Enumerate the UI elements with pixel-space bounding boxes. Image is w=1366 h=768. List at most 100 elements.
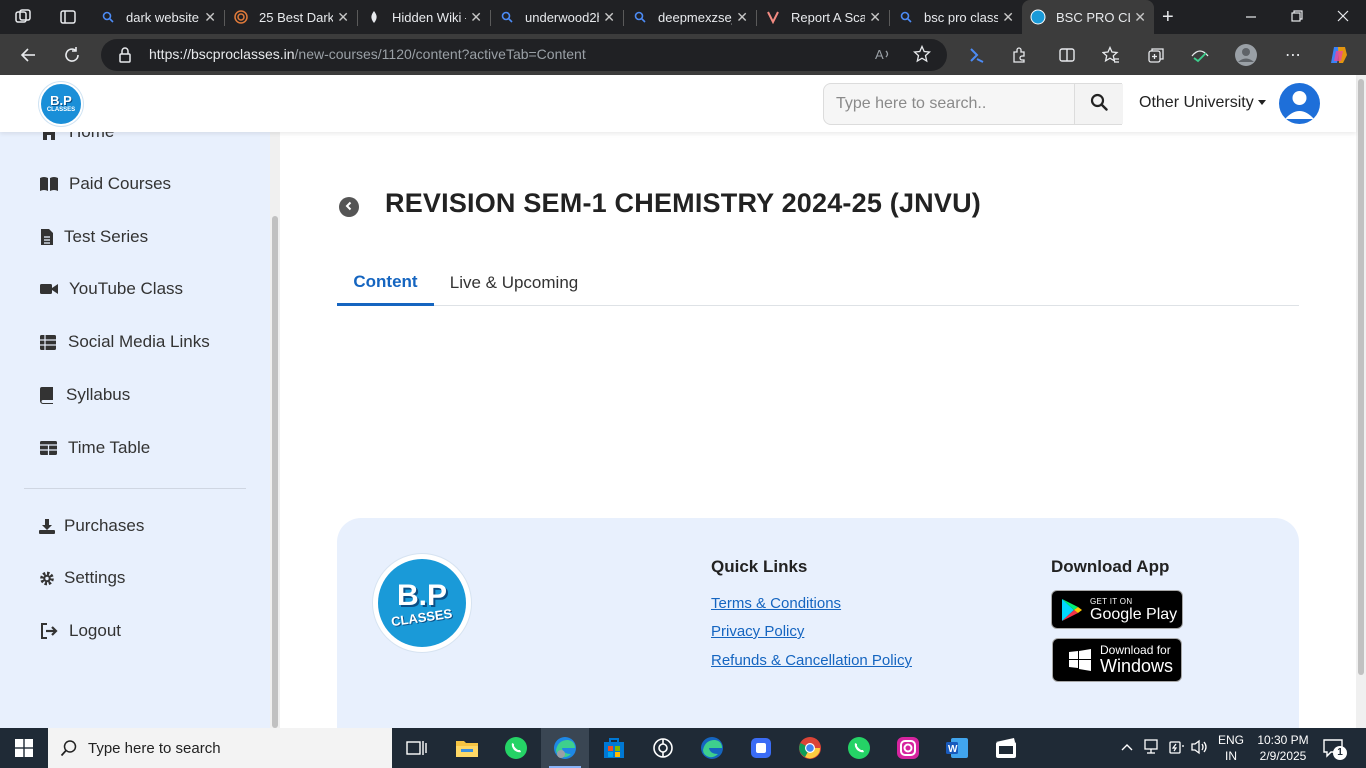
sidebar-item-home[interactable]: Home <box>39 132 114 145</box>
close-tab-icon[interactable]: ✕ <box>1134 9 1146 26</box>
page-scrollbar-thumb[interactable] <box>1358 79 1364 675</box>
clock[interactable]: 10:30 PM 2/9/2025 <box>1254 732 1312 764</box>
windows-start-icon[interactable] <box>10 734 38 762</box>
extensions-icon[interactable] <box>1006 42 1032 68</box>
close-tab-icon[interactable]: ✕ <box>337 9 349 26</box>
refresh-icon[interactable] <box>59 42 85 68</box>
edge-browser-icon[interactable] <box>551 734 579 762</box>
browser-tab-3[interactable]: underwood2h ✕ <box>491 0 623 34</box>
word-icon[interactable]: W <box>943 734 971 762</box>
search-icon <box>1090 93 1108 116</box>
volume-icon[interactable] <box>1191 739 1209 760</box>
task-view-icon[interactable] <box>403 734 431 762</box>
sidebar-item-test-series[interactable]: Test Series <box>39 224 148 250</box>
chatgpt-icon[interactable] <box>649 734 677 762</box>
refunds-link[interactable]: Refunds & Cancellation Policy <box>711 652 912 669</box>
browser-tab-0[interactable]: dark website ✕ <box>92 0 224 34</box>
browser-tab-1[interactable]: 25 Best Dark W ✕ <box>225 0 357 34</box>
terms-link[interactable]: Terms & Conditions <box>711 595 841 612</box>
new-tab-icon[interactable]: + <box>1162 6 1174 29</box>
download-app-heading: Download App <box>1051 557 1170 576</box>
sidebar-item-social-media-links[interactable]: Social Media Links <box>39 329 210 355</box>
sidebar-scrollbar[interactable] <box>270 132 280 728</box>
browser-tab-2[interactable]: Hidden Wiki — ✕ <box>358 0 490 34</box>
network-icon[interactable] <box>1144 739 1162 760</box>
lock-icon[interactable] <box>117 46 135 64</box>
chevron-up-icon[interactable] <box>1120 740 1134 759</box>
language-indicator[interactable]: ENG IN <box>1217 732 1245 764</box>
privacy-link[interactable]: Privacy Policy <box>711 623 804 640</box>
google-play-icon <box>1061 598 1083 622</box>
close-tab-icon[interactable]: ✕ <box>204 9 216 26</box>
university-dropdown[interactable]: Other University <box>1139 94 1266 112</box>
browser-tab-4[interactable]: deepmexzsejj ✕ <box>624 0 756 34</box>
sidebar-item-syllabus[interactable]: Syllabus <box>39 382 130 408</box>
search-box <box>823 83 1123 125</box>
search-button[interactable] <box>1074 84 1123 124</box>
favorite-star-icon[interactable] <box>912 44 932 68</box>
windows-badge[interactable]: Download for Windows <box>1052 638 1182 682</box>
tab-content[interactable]: Content <box>337 260 434 306</box>
back-button[interactable] <box>339 197 359 217</box>
taskbar-search[interactable]: Type here to search <box>48 728 392 768</box>
edge-beta-icon[interactable] <box>698 734 726 762</box>
browser-tab-6[interactable]: bsc pro classe ✕ <box>890 0 1022 34</box>
svg-text:W: W <box>948 744 958 755</box>
chrome-icon[interactable] <box>796 734 824 762</box>
download-icon <box>39 516 55 536</box>
google-play-badge[interactable]: GET IT ON Google Play <box>1051 590 1183 629</box>
sidebar-item-time-table[interactable]: Time Table <box>39 435 150 461</box>
whatsapp-business-icon[interactable] <box>845 734 873 762</box>
browser-toolbar: https://bscproclasses.in/new-courses/112… <box>0 34 1366 75</box>
close-window-icon[interactable] <box>1335 8 1351 29</box>
performance-icon[interactable] <box>1187 42 1213 68</box>
svg-text:A: A <box>875 47 884 62</box>
url-host: https://bscproclasses.in <box>149 46 295 62</box>
bing-chat-icon[interactable] <box>963 42 989 68</box>
microsoft-store-icon[interactable] <box>600 734 628 762</box>
close-tab-icon[interactable]: ✕ <box>1002 9 1014 26</box>
page-scrollbar[interactable] <box>1356 75 1366 728</box>
split-screen-icon[interactable] <box>1054 42 1080 68</box>
minimize-icon[interactable] <box>1243 8 1259 29</box>
address-bar[interactable]: https://bscproclasses.in/new-courses/112… <box>101 39 947 71</box>
close-tab-icon[interactable]: ✕ <box>470 9 482 26</box>
app-icon[interactable] <box>747 734 775 762</box>
footer-logo-inner: B.P CLASSES <box>378 559 466 647</box>
close-tab-icon[interactable]: ✕ <box>869 9 881 26</box>
battery-icon[interactable] <box>1168 739 1186 760</box>
sidebar-item-paid-courses[interactable]: Paid Courses <box>39 171 171 197</box>
sidebar-item-youtube-class[interactable]: YouTube Class <box>39 276 183 302</box>
back-arrow-icon[interactable] <box>15 42 41 68</box>
url-text[interactable]: https://bscproclasses.in/new-courses/112… <box>149 46 586 62</box>
sidebar-item-logout[interactable]: Logout <box>39 618 121 644</box>
chevron-left-icon <box>344 198 354 216</box>
sidebar-item-settings[interactable]: Settings <box>39 565 125 591</box>
video-editor-icon[interactable] <box>992 734 1020 762</box>
more-menu-icon[interactable]: ⋯ <box>1280 42 1306 68</box>
workspaces-icon[interactable] <box>14 8 32 31</box>
close-tab-icon[interactable]: ✕ <box>603 9 615 26</box>
tab-actions-icon[interactable] <box>59 8 77 31</box>
sidebar-scrollbar-thumb[interactable] <box>272 216 278 728</box>
file-explorer-icon[interactable] <box>453 734 481 762</box>
browser-tab-7[interactable]: BSC PRO CLA ✕ <box>1022 0 1154 34</box>
footer-logo[interactable]: B.P CLASSES <box>373 554 471 652</box>
sidebar-item-purchases[interactable]: Purchases <box>39 513 144 539</box>
favorites-icon[interactable] <box>1098 42 1124 68</box>
instagram-icon[interactable] <box>894 734 922 762</box>
restore-icon[interactable] <box>1289 8 1305 29</box>
site-logo[interactable]: B.P CLASSES <box>39 82 83 126</box>
content-tabs: Content Live & Upcoming <box>337 260 1299 306</box>
windows-big-text: Windows <box>1100 656 1174 676</box>
user-avatar[interactable] <box>1279 83 1320 124</box>
collections-icon[interactable] <box>1143 42 1169 68</box>
search-input[interactable] <box>824 84 1074 124</box>
whatsapp-icon[interactable] <box>502 734 530 762</box>
browser-tab-5[interactable]: Report A Scar ✕ <box>757 0 889 34</box>
close-tab-icon[interactable]: ✕ <box>736 9 748 26</box>
copilot-icon[interactable] <box>1326 42 1352 68</box>
read-aloud-icon[interactable]: A <box>874 45 892 68</box>
tab-live-upcoming[interactable]: Live & Upcoming <box>441 260 587 306</box>
profile-icon[interactable] <box>1233 42 1259 68</box>
